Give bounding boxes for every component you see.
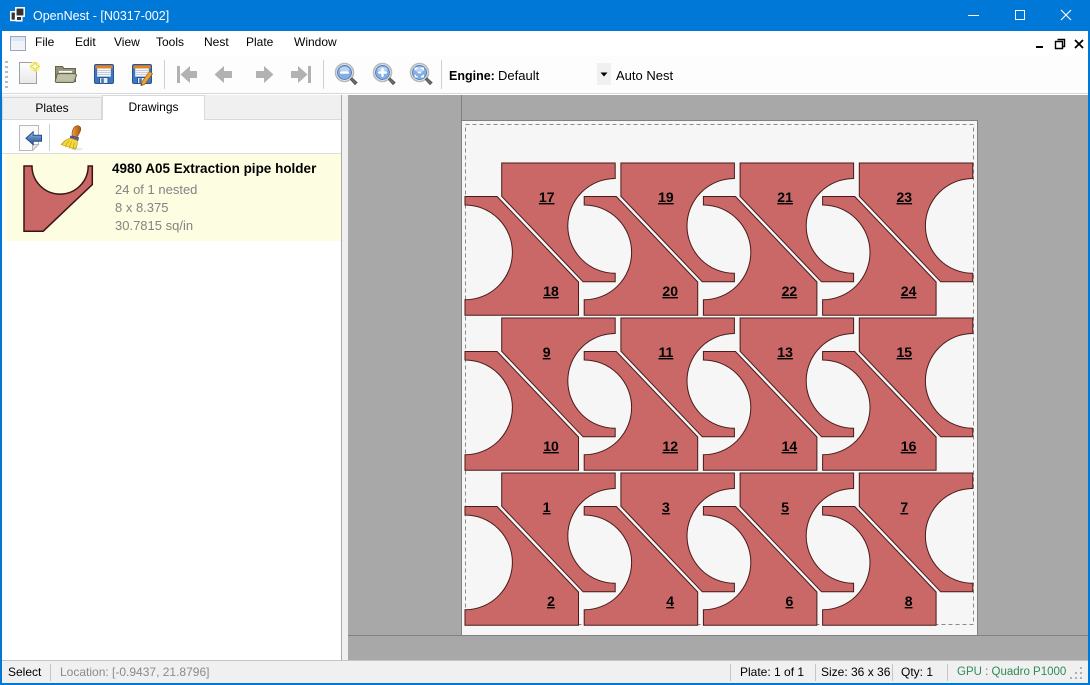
svg-text:3: 3 (662, 499, 670, 515)
svg-text:24: 24 (901, 283, 917, 299)
svg-text:21: 21 (777, 189, 793, 205)
svg-text:4: 4 (666, 593, 674, 609)
svg-text:18: 18 (543, 283, 559, 299)
svg-text:8: 8 (905, 593, 913, 609)
svg-text:16: 16 (901, 438, 917, 454)
svg-text:14: 14 (782, 438, 798, 454)
svg-text:7: 7 (900, 499, 908, 515)
svg-text:20: 20 (662, 283, 678, 299)
svg-text:5: 5 (781, 499, 789, 515)
svg-text:2: 2 (547, 593, 555, 609)
svg-text:15: 15 (897, 344, 913, 360)
svg-text:6: 6 (786, 593, 794, 609)
svg-text:10: 10 (543, 438, 559, 454)
svg-text:12: 12 (662, 438, 678, 454)
svg-text:22: 22 (782, 283, 798, 299)
svg-text:17: 17 (539, 189, 555, 205)
svg-text:23: 23 (897, 189, 913, 205)
svg-text:11: 11 (658, 344, 673, 360)
svg-text:13: 13 (777, 344, 793, 360)
svg-text:9: 9 (543, 344, 551, 360)
svg-text:1: 1 (543, 499, 551, 515)
svg-text:19: 19 (658, 189, 674, 205)
